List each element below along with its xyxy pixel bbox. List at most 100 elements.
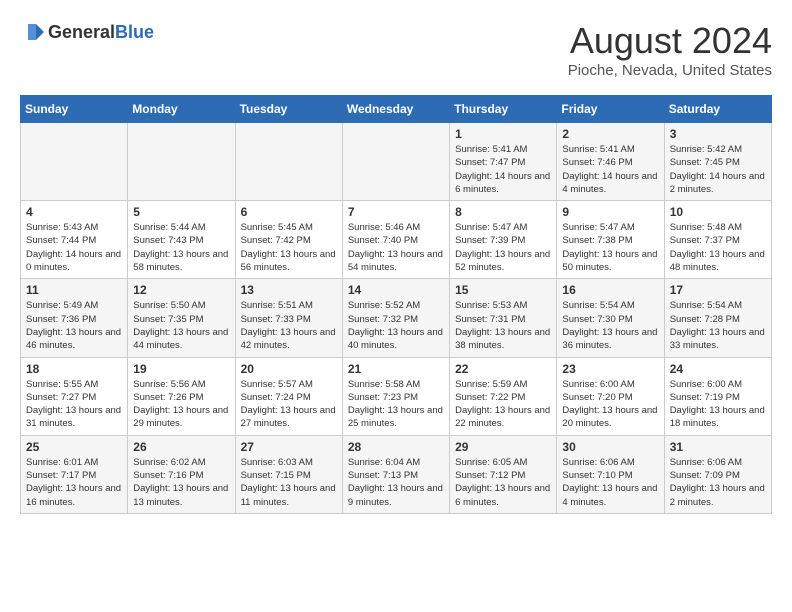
day-info: Sunrise: 5:47 AMSunset: 7:38 PMDaylight:…: [562, 221, 658, 274]
day-info: Sunrise: 6:06 AMSunset: 7:10 PMDaylight:…: [562, 456, 658, 509]
day-info: Sunrise: 5:54 AMSunset: 7:30 PMDaylight:…: [562, 299, 658, 352]
day-number: 22: [455, 362, 551, 376]
calendar-cell: 28 Sunrise: 6:04 AMSunset: 7:13 PMDayligh…: [342, 435, 449, 513]
calendar-cell: 13Sunrise: 5:51 AMSunset: 7:33 PMDayligh…: [235, 279, 342, 357]
calendar-week-5: 25 Sunrise: 6:01 AMSunset: 7:17 PMDayligh…: [21, 435, 772, 513]
day-number: 15: [455, 283, 551, 297]
calendar-week-4: 18 Sunrise: 5:55 AMSunset: 7:27 PMDayligh…: [21, 357, 772, 435]
day-info: Sunrise: 6:00 AMSunset: 7:20 PMDaylight:…: [562, 378, 658, 431]
calendar-week-1: 1 Sunrise: 5:41 AMSunset: 7:47 PMDaylight…: [21, 123, 772, 201]
day-number: 12: [133, 283, 229, 297]
day-info: Sunrise: 6:03 AMSunset: 7:15 PMDaylight:…: [241, 456, 337, 509]
calendar-cell: 10Sunrise: 5:48 AMSunset: 7:37 PMDayligh…: [664, 201, 771, 279]
header-day-friday: Friday: [557, 96, 664, 123]
day-number: 24: [670, 362, 766, 376]
day-number: 28: [348, 440, 444, 454]
day-number: 4: [26, 205, 122, 219]
day-info: Sunrise: 5:58 AMSunset: 7:23 PMDaylight:…: [348, 378, 444, 431]
day-info: Sunrise: 5:47 AMSunset: 7:39 PMDaylight:…: [455, 221, 551, 274]
calendar-cell: [21, 123, 128, 201]
day-number: 25: [26, 440, 122, 454]
day-info: Sunrise: 5:44 AMSunset: 7:43 PMDaylight:…: [133, 221, 229, 274]
header-day-saturday: Saturday: [664, 96, 771, 123]
day-number: 26: [133, 440, 229, 454]
day-number: 9: [562, 205, 658, 219]
calendar-cell: 26Sunrise: 6:02 AMSunset: 7:16 PMDayligh…: [128, 435, 235, 513]
day-number: 27: [241, 440, 337, 454]
calendar-cell: 25 Sunrise: 6:01 AMSunset: 7:17 PMDayligh…: [21, 435, 128, 513]
day-info: Sunrise: 6:04 AMSunset: 7:13 PMDaylight:…: [348, 456, 444, 509]
day-number: 5: [133, 205, 229, 219]
calendar-body: 1 Sunrise: 5:41 AMSunset: 7:47 PMDaylight…: [21, 123, 772, 514]
header-day-monday: Monday: [128, 96, 235, 123]
header-day-sunday: Sunday: [21, 96, 128, 123]
day-number: 30: [562, 440, 658, 454]
page-subtitle: Pioche, Nevada, United States: [568, 62, 772, 79]
calendar-cell: 20 Sunrise: 5:57 AMSunset: 7:24 PMDayligh…: [235, 357, 342, 435]
day-info: Sunrise: 5:53 AMSunset: 7:31 PMDaylight:…: [455, 299, 551, 352]
calendar-cell: [235, 123, 342, 201]
day-info: Sunrise: 5:57 AMSunset: 7:24 PMDaylight:…: [241, 378, 337, 431]
day-info: Sunrise: 5:59 AMSunset: 7:22 PMDaylight:…: [455, 378, 551, 431]
day-number: 13: [241, 283, 337, 297]
calendar-cell: 27 Sunrise: 6:03 AMSunset: 7:15 PMDayligh…: [235, 435, 342, 513]
calendar-cell: 31Sunrise: 6:06 AMSunset: 7:09 PMDayligh…: [664, 435, 771, 513]
calendar-cell: 21 Sunrise: 5:58 AMSunset: 7:23 PMDayligh…: [342, 357, 449, 435]
day-number: 14: [348, 283, 444, 297]
calendar-cell: 18 Sunrise: 5:55 AMSunset: 7:27 PMDayligh…: [21, 357, 128, 435]
calendar-cell: 22 Sunrise: 5:59 AMSunset: 7:22 PMDayligh…: [450, 357, 557, 435]
calendar-cell: [342, 123, 449, 201]
logo-text-blue: Blue: [115, 22, 154, 42]
day-info: Sunrise: 6:06 AMSunset: 7:09 PMDaylight:…: [670, 456, 766, 509]
day-info: Sunrise: 6:05 AMSunset: 7:12 PMDaylight:…: [455, 456, 551, 509]
day-info: Sunrise: 5:49 AMSunset: 7:36 PMDaylight:…: [26, 299, 122, 352]
day-number: 17: [670, 283, 766, 297]
calendar-cell: 12 Sunrise: 5:50 AMSunset: 7:35 PMDayligh…: [128, 279, 235, 357]
header-day-wednesday: Wednesday: [342, 96, 449, 123]
page-header: GeneralBlue August 2024 Pioche, Nevada, …: [20, 20, 772, 79]
day-info: Sunrise: 5:55 AMSunset: 7:27 PMDaylight:…: [26, 378, 122, 431]
day-number: 29: [455, 440, 551, 454]
day-number: 23: [562, 362, 658, 376]
calendar-cell: 16Sunrise: 5:54 AMSunset: 7:30 PMDayligh…: [557, 279, 664, 357]
calendar-cell: 5 Sunrise: 5:44 AMSunset: 7:43 PMDaylight…: [128, 201, 235, 279]
day-number: 11: [26, 283, 122, 297]
calendar-cell: 19Sunrise: 5:56 AMSunset: 7:26 PMDayligh…: [128, 357, 235, 435]
day-number: 21: [348, 362, 444, 376]
day-number: 8: [455, 205, 551, 219]
page-title: August 2024: [568, 20, 772, 62]
day-number: 7: [348, 205, 444, 219]
day-info: Sunrise: 5:52 AMSunset: 7:32 PMDaylight:…: [348, 299, 444, 352]
day-info: Sunrise: 5:43 AMSunset: 7:44 PMDaylight:…: [26, 221, 122, 274]
day-info: Sunrise: 5:48 AMSunset: 7:37 PMDaylight:…: [670, 221, 766, 274]
calendar-cell: 2Sunrise: 5:41 AMSunset: 7:46 PMDaylight…: [557, 123, 664, 201]
day-number: 1: [455, 127, 551, 141]
calendar-week-3: 11 Sunrise: 5:49 AMSunset: 7:36 PMDayligh…: [21, 279, 772, 357]
day-info: Sunrise: 5:42 AMSunset: 7:45 PMDaylight:…: [670, 143, 766, 196]
calendar-cell: 24 Sunrise: 6:00 AMSunset: 7:19 PMDayligh…: [664, 357, 771, 435]
header-row: SundayMondayTuesdayWednesdayThursdayFrid…: [21, 96, 772, 123]
day-number: 6: [241, 205, 337, 219]
day-info: Sunrise: 5:41 AMSunset: 7:47 PMDaylight:…: [455, 143, 551, 196]
calendar-cell: 4 Sunrise: 5:43 AMSunset: 7:44 PMDaylight…: [21, 201, 128, 279]
day-number: 20: [241, 362, 337, 376]
calendar-cell: 23 Sunrise: 6:00 AMSunset: 7:20 PMDayligh…: [557, 357, 664, 435]
calendar-cell: [128, 123, 235, 201]
day-info: Sunrise: 6:00 AMSunset: 7:19 PMDaylight:…: [670, 378, 766, 431]
logo: GeneralBlue: [20, 20, 154, 44]
calendar-header: SundayMondayTuesdayWednesdayThursdayFrid…: [21, 96, 772, 123]
day-info: Sunrise: 5:50 AMSunset: 7:35 PMDaylight:…: [133, 299, 229, 352]
calendar-cell: 30 Sunrise: 6:06 AMSunset: 7:10 PMDayligh…: [557, 435, 664, 513]
day-number: 18: [26, 362, 122, 376]
day-number: 2: [562, 127, 658, 141]
calendar-cell: 8 Sunrise: 5:47 AMSunset: 7:39 PMDaylight…: [450, 201, 557, 279]
calendar-cell: 14 Sunrise: 5:52 AMSunset: 7:32 PMDayligh…: [342, 279, 449, 357]
calendar-cell: 1 Sunrise: 5:41 AMSunset: 7:47 PMDaylight…: [450, 123, 557, 201]
logo-icon: [20, 20, 44, 44]
calendar-table: SundayMondayTuesdayWednesdayThursdayFrid…: [20, 95, 772, 514]
day-info: Sunrise: 5:45 AMSunset: 7:42 PMDaylight:…: [241, 221, 337, 274]
day-info: Sunrise: 6:01 AMSunset: 7:17 PMDaylight:…: [26, 456, 122, 509]
calendar-cell: 6 Sunrise: 5:45 AMSunset: 7:42 PMDaylight…: [235, 201, 342, 279]
day-info: Sunrise: 5:56 AMSunset: 7:26 PMDaylight:…: [133, 378, 229, 431]
day-number: 3: [670, 127, 766, 141]
